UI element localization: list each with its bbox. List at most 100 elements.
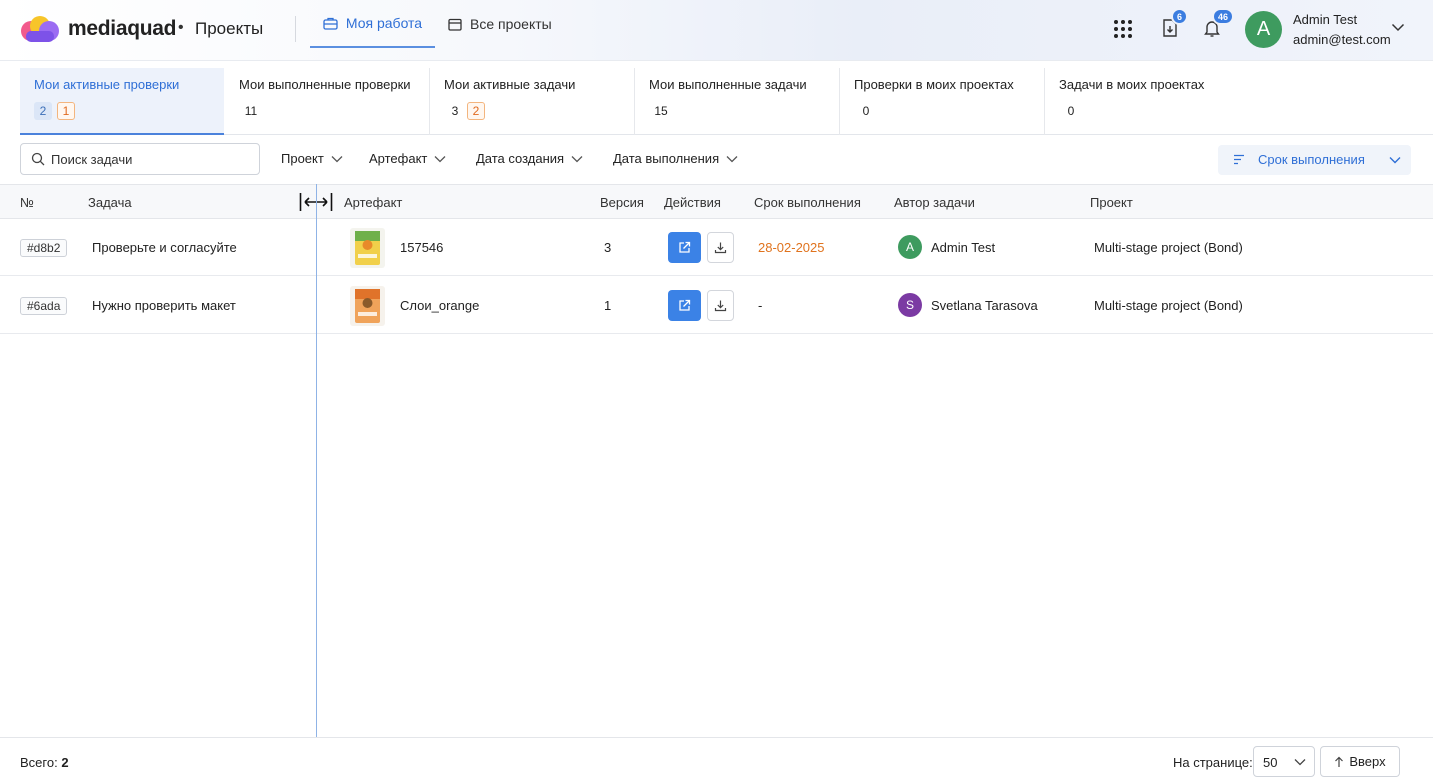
notifications-button[interactable]: 46 [1203, 8, 1235, 40]
open-review-button[interactable] [668, 290, 701, 321]
search-icon [31, 152, 45, 166]
chevron-down-icon [1294, 759, 1306, 766]
count-badge: 11 [244, 104, 258, 118]
column-due-date[interactable]: Срок выполнения [754, 195, 861, 210]
filter-artifact[interactable]: Артефакт [369, 151, 446, 166]
task-search[interactable] [20, 143, 260, 175]
overdue-count-badge: 1 [57, 102, 75, 120]
tab-my-active-reviews[interactable]: Мои активные проверки 2 1 [20, 68, 224, 135]
per-page-value: 50 [1263, 755, 1278, 770]
count-badge: 2 [34, 102, 52, 120]
project-name[interactable]: Multi-stage project (Bond) [1094, 298, 1243, 313]
filter-label: Дата создания [476, 151, 565, 166]
task-id-tag[interactable]: #6ada [20, 297, 68, 315]
chevron-down-icon [1389, 157, 1401, 164]
calendar-icon [448, 18, 462, 31]
nav-tab-label: Моя работа [345, 15, 423, 31]
summary-tabs: Мои активные проверки 2 1 Мои выполненны… [20, 68, 1433, 135]
artifact-thumbnail[interactable] [350, 228, 385, 268]
sort-icon [1234, 154, 1244, 165]
top-bar: mediaquad • Проекты Моя работа Все проек… [0, 0, 1433, 61]
column-actions[interactable]: Действия [664, 195, 721, 210]
app-title: Проекты [195, 19, 264, 38]
chevron-down-icon[interactable] [1391, 22, 1405, 32]
user-name[interactable]: Admin Test [1293, 12, 1357, 27]
tab-tasks-in-my-projects[interactable]: Задачи в моих проектах 0 [1045, 68, 1250, 135]
table-row[interactable]: #d8b2 Проверьте и согласуйте 157546 3 28… [0, 219, 1433, 276]
column-version[interactable]: Версия [600, 195, 644, 210]
column-author[interactable]: Автор задачи [894, 195, 975, 210]
filter-label: Дата выполнения [613, 151, 720, 166]
column-project[interactable]: Проект [1090, 195, 1133, 210]
tab-my-completed-reviews[interactable]: Мои выполненные проверки 11 [225, 68, 430, 135]
column-artifact[interactable]: Артефакт [344, 195, 402, 210]
task-title[interactable]: Проверьте и согласуйте [92, 240, 237, 255]
artifact-name[interactable]: Слои_orange [400, 298, 479, 313]
download-button[interactable] [707, 290, 734, 321]
column-task[interactable]: Задача [88, 195, 132, 210]
tab-my-active-tasks[interactable]: Мои активные задачи 3 2 [430, 68, 635, 135]
chevron-down-icon [434, 155, 446, 162]
header-divider [295, 16, 296, 42]
table-footer: Всего: 2 На странице: 50 Вверх [0, 737, 1433, 781]
tab-label: Задачи в моих проектах [1059, 77, 1205, 92]
author-avatar: S [898, 293, 922, 317]
user-avatar[interactable]: A [1245, 11, 1282, 48]
table-header: № Задача Артефакт Версия Действия Срок в… [0, 184, 1433, 219]
count-badge: 3 [451, 104, 459, 118]
search-input[interactable] [51, 151, 241, 167]
count-badge: 15 [654, 104, 668, 118]
version-number: 1 [604, 298, 612, 313]
task-id-tag[interactable]: #d8b2 [20, 239, 68, 257]
nav-tab-my-work[interactable]: Моя работа [310, 0, 435, 48]
notifications-badge: 46 [1212, 8, 1235, 25]
mediaquad-logo[interactable] [20, 16, 60, 42]
up-label: Вверх [1349, 754, 1386, 769]
open-review-button[interactable] [668, 232, 701, 263]
brand-separator: • [178, 19, 184, 36]
nav-tab-all-projects[interactable]: Все проекты [448, 0, 552, 48]
chevron-down-icon [331, 155, 343, 162]
download-icon [714, 300, 727, 312]
project-name[interactable]: Multi-stage project (Bond) [1094, 240, 1243, 255]
artifact-thumbnail[interactable] [350, 286, 385, 326]
nav-tab-label: Все проекты [470, 16, 552, 32]
task-title[interactable]: Нужно проверить макет [92, 298, 236, 313]
filter-created-date[interactable]: Дата создания [476, 151, 583, 166]
sort-dropdown[interactable]: Срок выполнения [1218, 145, 1411, 175]
brand-name: mediaquad [68, 17, 177, 40]
downloads-badge: 6 [1171, 8, 1189, 25]
author-name: Admin Test [931, 240, 996, 255]
user-email[interactable]: admin@test.com [1293, 32, 1391, 47]
download-button[interactable] [707, 232, 734, 263]
briefcase-icon [323, 17, 338, 30]
tab-label: Проверки в моих проектах [854, 77, 1014, 92]
total-value: 2 [61, 755, 69, 770]
arrow-up-icon [1335, 756, 1344, 767]
tab-my-completed-tasks[interactable]: Мои выполненные задачи 15 [635, 68, 840, 135]
filter-project[interactable]: Проект [281, 151, 343, 166]
due-date: 28-02-2025 [758, 240, 825, 255]
chevron-down-icon [726, 155, 738, 162]
per-page-select[interactable]: 50 [1253, 746, 1315, 777]
apps-grid-icon[interactable] [1113, 19, 1133, 39]
filter-due-date[interactable]: Дата выполнения [613, 151, 738, 166]
count-badge: 0 [862, 104, 870, 118]
table-row[interactable]: #6ada Нужно проверить макет Слои_orange … [0, 277, 1433, 334]
scroll-to-top-button[interactable]: Вверх [1320, 746, 1400, 777]
count-badge: 0 [1067, 104, 1075, 118]
due-date: - [758, 298, 763, 313]
column-number[interactable]: № [20, 195, 34, 210]
tab-reviews-in-my-projects[interactable]: Проверки в моих проектах 0 [840, 68, 1045, 135]
tab-label: Мои активные проверки [34, 77, 180, 92]
version-number: 3 [604, 240, 612, 255]
total-label: Всего: [20, 755, 58, 770]
sort-label: Срок выполнения [1258, 152, 1365, 167]
overdue-count-badge: 2 [467, 102, 485, 120]
per-page-label: На странице: [1173, 755, 1253, 770]
column-resize-guide [316, 184, 317, 738]
filter-label: Проект [281, 151, 324, 166]
artifact-name[interactable]: 157546 [400, 240, 443, 255]
downloads-button[interactable]: 6 [1161, 8, 1189, 40]
author-avatar: A [898, 235, 922, 259]
